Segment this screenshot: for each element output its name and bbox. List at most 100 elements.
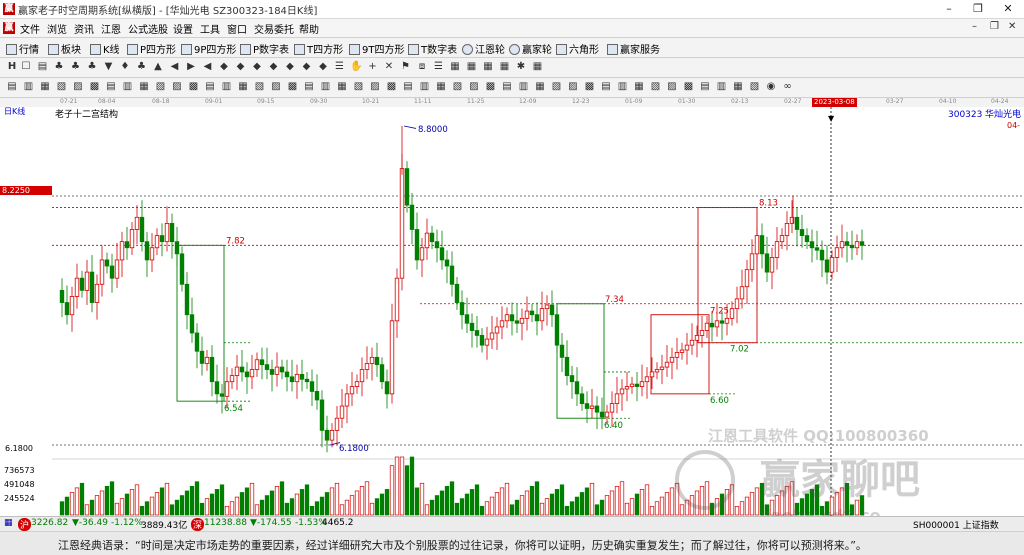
date-axis-label[interactable]: 09-01 — [205, 98, 222, 105]
date-axis-label[interactable]: 09-15 — [257, 98, 274, 105]
drawing-tool-icon[interactable]: ♦ — [119, 61, 131, 73]
mdi-minimize-button[interactable]: – — [972, 21, 977, 32]
analysis-tool-icon[interactable]: ▤ — [6, 81, 18, 93]
analysis-tool-icon[interactable]: ▧ — [155, 81, 167, 93]
menu-trade[interactable]: 交易委托 — [254, 21, 294, 36]
toolbar-p-number-table[interactable]: P数字表 — [240, 41, 289, 56]
analysis-tool-icon[interactable]: ▦ — [336, 81, 348, 93]
menu-gann[interactable]: 江恩 — [101, 21, 121, 36]
date-axis-label[interactable]: 03-27 — [886, 98, 903, 105]
menu-browse[interactable]: 浏览 — [47, 21, 67, 36]
status-right[interactable]: SH000001 上证指数 — [913, 518, 999, 531]
analysis-tool-icon[interactable]: ▨ — [567, 81, 579, 93]
analysis-tool-icon[interactable]: ▦ — [435, 81, 447, 93]
analysis-tool-icon[interactable]: ▦ — [39, 81, 51, 93]
analysis-tool-icon[interactable]: ▤ — [501, 81, 513, 93]
drawing-tool-icon[interactable]: ✱ — [515, 61, 527, 73]
date-axis-label[interactable]: 08-04 — [98, 98, 115, 105]
mdi-close-button[interactable]: ✕ — [1008, 21, 1016, 32]
toolbar-hexagon[interactable]: 六角形 — [556, 41, 599, 56]
drawing-tool-icon[interactable]: ▤ — [37, 61, 49, 73]
analysis-tool-icon[interactable]: ▩ — [584, 81, 596, 93]
analysis-tool-icon[interactable]: ▩ — [386, 81, 398, 93]
analysis-tool-icon[interactable]: ▦ — [732, 81, 744, 93]
drawing-tool-icon[interactable]: ♣ — [53, 61, 65, 73]
analysis-tool-icon[interactable]: ▨ — [72, 81, 84, 93]
drawing-tool-icon[interactable]: ▦ — [449, 61, 461, 73]
menu-formula-picker[interactable]: 公式选股 — [128, 21, 168, 36]
toolbar-t-square[interactable]: T四方形 — [294, 41, 343, 56]
analysis-tool-icon[interactable]: ▥ — [221, 81, 233, 93]
menu-settings[interactable]: 设置 — [173, 21, 193, 36]
analysis-tool-icon[interactable]: ▩ — [683, 81, 695, 93]
analysis-tool-icon[interactable]: ▤ — [699, 81, 711, 93]
drawing-tool-icon[interactable]: ☐ — [20, 61, 32, 73]
date-axis-label[interactable]: 12-23 — [572, 98, 589, 105]
drawing-tool-icon[interactable]: ☰ — [433, 61, 445, 73]
analysis-tool-icon[interactable]: ▥ — [716, 81, 728, 93]
analysis-tool-icon[interactable]: ▨ — [369, 81, 381, 93]
analysis-tool-icon[interactable]: ▦ — [534, 81, 546, 93]
drawing-tool-icon[interactable]: ▶ — [185, 61, 197, 73]
analysis-tool-icon[interactable]: ▩ — [188, 81, 200, 93]
analysis-tool-icon[interactable]: ▤ — [204, 81, 216, 93]
date-axis-label[interactable]: 11-11 — [414, 98, 431, 105]
date-axis-label[interactable]: 11-25 — [467, 98, 484, 105]
analysis-tool-icon[interactable]: ▨ — [468, 81, 480, 93]
analysis-tool-icon[interactable]: ▧ — [650, 81, 662, 93]
close-button[interactable]: ✕ — [993, 0, 1023, 18]
drawing-tool-icon[interactable]: ▦ — [466, 61, 478, 73]
toolbar-gann-wheel[interactable]: 江恩轮 — [462, 41, 505, 56]
date-axis-label[interactable]: 01-09 — [625, 98, 642, 105]
analysis-tool-icon[interactable]: ▧ — [452, 81, 464, 93]
analysis-tool-icon[interactable]: ▥ — [617, 81, 629, 93]
analysis-tool-icon[interactable]: ▥ — [122, 81, 134, 93]
date-axis-label[interactable]: 12-09 — [519, 98, 536, 105]
date-axis-selected[interactable]: 2023-03-08 — [812, 98, 857, 107]
toolbar-winner-wheel[interactable]: 赢家轮 — [509, 41, 552, 56]
minimize-button[interactable]: – — [934, 0, 964, 18]
analysis-tool-icon[interactable]: ▥ — [320, 81, 332, 93]
date-axis-label[interactable]: 04-24 — [991, 98, 1008, 105]
analysis-tool-icon[interactable]: ▧ — [56, 81, 68, 93]
toolbar-9p-square[interactable]: 9P四方形 — [181, 41, 236, 56]
toolbar-t-number-table[interactable]: T数字表 — [408, 41, 457, 56]
menu-window[interactable]: 窗口 — [227, 21, 247, 36]
analysis-tool-icon[interactable]: ▨ — [666, 81, 678, 93]
drawing-tool-icon[interactable]: ▲ — [152, 61, 164, 73]
analysis-tool-icon[interactable]: ▦ — [633, 81, 645, 93]
analysis-tool-icon[interactable]: ∞ — [782, 81, 794, 93]
analysis-tool-icon[interactable]: ▩ — [485, 81, 497, 93]
drawing-tool-icon[interactable]: ◆ — [317, 61, 329, 73]
analysis-tool-icon[interactable]: ◉ — [765, 81, 777, 93]
analysis-tool-icon[interactable]: ▧ — [353, 81, 365, 93]
drawing-tool-icon[interactable]: + — [367, 61, 379, 73]
date-axis-label[interactable]: 09-30 — [310, 98, 327, 105]
analysis-tool-icon[interactable]: ▩ — [89, 81, 101, 93]
analysis-tool-icon[interactable]: ▨ — [270, 81, 282, 93]
analysis-tool-icon[interactable]: ▤ — [303, 81, 315, 93]
drawing-tool-icon[interactable]: ♣ — [136, 61, 148, 73]
drawing-tool-icon[interactable]: ⧈ — [416, 61, 428, 73]
date-axis-label[interactable]: 04-10 — [939, 98, 956, 105]
drawing-tool-icon[interactable]: ◀ — [169, 61, 181, 73]
toolbar-winner-service[interactable]: 赢家服务 — [607, 41, 660, 56]
analysis-tool-icon[interactable]: ▤ — [600, 81, 612, 93]
analysis-tool-icon[interactable]: ▤ — [402, 81, 414, 93]
drawing-tool-icon[interactable]: ◆ — [268, 61, 280, 73]
toolbar2-label[interactable]: H — [6, 61, 18, 73]
drawing-tool-icon[interactable]: ▦ — [482, 61, 494, 73]
date-axis-label[interactable]: 02-27 — [784, 98, 801, 105]
analysis-tool-icon[interactable]: ▨ — [171, 81, 183, 93]
drawing-tool-icon[interactable]: ▼ — [103, 61, 115, 73]
drawing-tool-icon[interactable]: ▦ — [499, 61, 511, 73]
analysis-tool-icon[interactable]: ▥ — [419, 81, 431, 93]
menu-help[interactable]: 帮助 — [299, 21, 319, 36]
analysis-tool-icon[interactable]: ▥ — [518, 81, 530, 93]
toolbar-sector[interactable]: 板块 — [48, 41, 81, 56]
kline-chart[interactable]: 日K线 老子十二宫结构 300323 华灿光电 04- 8.8000 8.13 7.… — [0, 107, 1024, 516]
toolbar-quotes[interactable]: 行情 — [6, 41, 39, 56]
drawing-tool-icon[interactable]: ◆ — [235, 61, 247, 73]
analysis-tool-icon[interactable]: ▧ — [749, 81, 761, 93]
analysis-tool-icon[interactable]: ▥ — [23, 81, 35, 93]
